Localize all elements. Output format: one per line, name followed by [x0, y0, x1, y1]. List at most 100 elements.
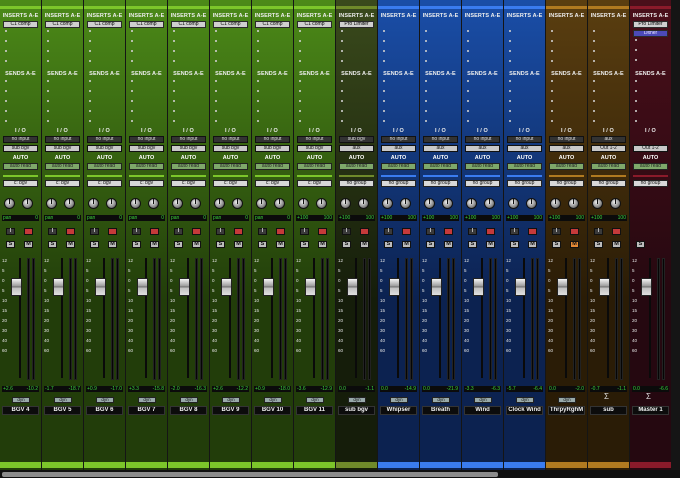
input-monitor-button[interactable]: I — [48, 228, 57, 235]
insert-slot-markers[interactable] — [635, 39, 639, 69]
empty-insert-slot[interactable] — [173, 40, 175, 42]
pan-knob[interactable] — [274, 198, 285, 209]
automation-mode-button[interactable]: auto read — [381, 163, 416, 170]
output-selector[interactable]: aux — [381, 145, 416, 152]
input-monitor-button[interactable]: I — [510, 228, 519, 235]
insert-slot-markers[interactable] — [5, 30, 9, 70]
horizontal-scrollbar[interactable] — [0, 470, 680, 478]
record-enable-button[interactable] — [66, 228, 75, 235]
empty-send-slot[interactable] — [551, 100, 553, 102]
mute-button[interactable]: M — [318, 241, 327, 248]
mute-button[interactable]: M — [276, 241, 285, 248]
empty-send-slot[interactable] — [425, 110, 427, 112]
volume-value[interactable]: +2.6 — [213, 386, 223, 392]
empty-insert-slot[interactable] — [257, 40, 259, 42]
track-name[interactable]: BGV 11 — [296, 406, 333, 415]
pan-value[interactable]: 100 — [366, 215, 374, 221]
record-enable-button[interactable] — [402, 228, 411, 235]
solo-button[interactable]: S — [342, 241, 351, 248]
empty-send-slot[interactable] — [635, 120, 637, 122]
empty-send-slot[interactable] — [89, 100, 91, 102]
input-selector[interactable]: no input — [381, 136, 416, 143]
solo-button[interactable]: S — [132, 241, 141, 248]
track-name[interactable]: BGV 7 — [128, 406, 165, 415]
empty-send-slot[interactable] — [467, 100, 469, 102]
empty-insert-slot[interactable] — [551, 60, 553, 62]
input-monitor-button[interactable]: I — [552, 228, 561, 235]
empty-send-slot[interactable] — [257, 120, 259, 122]
solo-button[interactable]: S — [6, 241, 15, 248]
input-gain-knob[interactable] — [508, 198, 519, 209]
empty-send-slot[interactable] — [425, 90, 427, 92]
input-selector[interactable]: no input — [129, 136, 164, 143]
automation-mode-button[interactable]: auto read — [87, 163, 122, 170]
automation-mode-button[interactable]: auto read — [423, 163, 458, 170]
volume-value[interactable]: +0.9 — [255, 386, 265, 392]
output-selector[interactable]: aux — [423, 145, 458, 152]
empty-send-slot[interactable] — [173, 120, 175, 122]
empty-send-slot[interactable] — [341, 110, 343, 112]
empty-insert-slot[interactable] — [425, 30, 427, 32]
volume-fader[interactable] — [263, 278, 274, 296]
dyn-button[interactable]: dyn — [390, 397, 408, 403]
empty-send-slot[interactable] — [257, 90, 259, 92]
empty-insert-slot[interactable] — [383, 40, 385, 42]
empty-insert-slot[interactable] — [299, 60, 301, 62]
mute-button[interactable]: M — [402, 241, 411, 248]
insert-slot-markers[interactable] — [467, 30, 471, 70]
empty-send-slot[interactable] — [551, 110, 553, 112]
input-gain-knob[interactable] — [172, 198, 183, 209]
volume-fader[interactable] — [515, 278, 526, 296]
insert-slot-markers[interactable] — [215, 30, 219, 70]
empty-send-slot[interactable] — [47, 100, 49, 102]
pan-knob[interactable] — [148, 198, 159, 209]
output-selector[interactable]: aux — [507, 145, 542, 152]
empty-send-slot[interactable] — [509, 90, 511, 92]
input-monitor-button[interactable]: I — [132, 228, 141, 235]
empty-send-slot[interactable] — [509, 120, 511, 122]
empty-send-slot[interactable] — [215, 120, 217, 122]
empty-insert-slot[interactable] — [173, 30, 175, 32]
input-monitor-button[interactable]: I — [594, 228, 603, 235]
empty-insert-slot[interactable] — [341, 50, 343, 52]
track-name[interactable]: sub — [590, 406, 627, 415]
group-selector[interactable]: no group — [381, 180, 416, 187]
output-selector[interactable]: Out 1-2 — [591, 145, 626, 152]
volume-fader[interactable] — [641, 278, 652, 296]
input-gain-knob[interactable] — [214, 198, 225, 209]
input-selector[interactable]: aux — [591, 136, 626, 143]
empty-insert-slot[interactable] — [131, 30, 133, 32]
empty-send-slot[interactable] — [425, 100, 427, 102]
mute-button[interactable]: M — [360, 241, 369, 248]
record-enable-button[interactable] — [360, 228, 369, 235]
dyn-button[interactable]: dyn — [264, 397, 282, 403]
record-enable-button[interactable] — [612, 228, 621, 235]
send-slot-markers[interactable] — [425, 80, 429, 130]
input-gain-knob[interactable] — [424, 198, 435, 209]
input-gain-knob[interactable] — [130, 198, 141, 209]
empty-send-slot[interactable] — [89, 120, 91, 122]
dyn-button[interactable]: dyn — [180, 397, 198, 403]
empty-send-slot[interactable] — [593, 110, 595, 112]
empty-insert-slot[interactable] — [383, 30, 385, 32]
empty-send-slot[interactable] — [383, 90, 385, 92]
input-monitor-button[interactable]: I — [342, 228, 351, 235]
empty-send-slot[interactable] — [5, 100, 7, 102]
solo-button[interactable]: S — [468, 241, 477, 248]
output-selector[interactable]: Out 1-2 — [633, 145, 668, 152]
empty-send-slot[interactable] — [215, 80, 217, 82]
dyn-button[interactable]: dyn — [348, 397, 366, 403]
pan-value[interactable]: 100 — [324, 215, 332, 221]
empty-send-slot[interactable] — [383, 120, 385, 122]
empty-insert-slot[interactable] — [635, 49, 637, 51]
empty-insert-slot[interactable] — [173, 50, 175, 52]
volume-fader[interactable] — [347, 278, 358, 296]
group-selector[interactable]: c: bgv — [45, 180, 80, 187]
dyn-button[interactable]: dyn — [12, 397, 30, 403]
empty-send-slot[interactable] — [509, 80, 511, 82]
empty-send-slot[interactable] — [5, 120, 7, 122]
insert-slot-markers[interactable] — [89, 30, 93, 70]
automation-mode-button[interactable]: auto read — [339, 163, 374, 170]
input-selector[interactable]: no input — [465, 136, 500, 143]
volume-fader[interactable] — [473, 278, 484, 296]
